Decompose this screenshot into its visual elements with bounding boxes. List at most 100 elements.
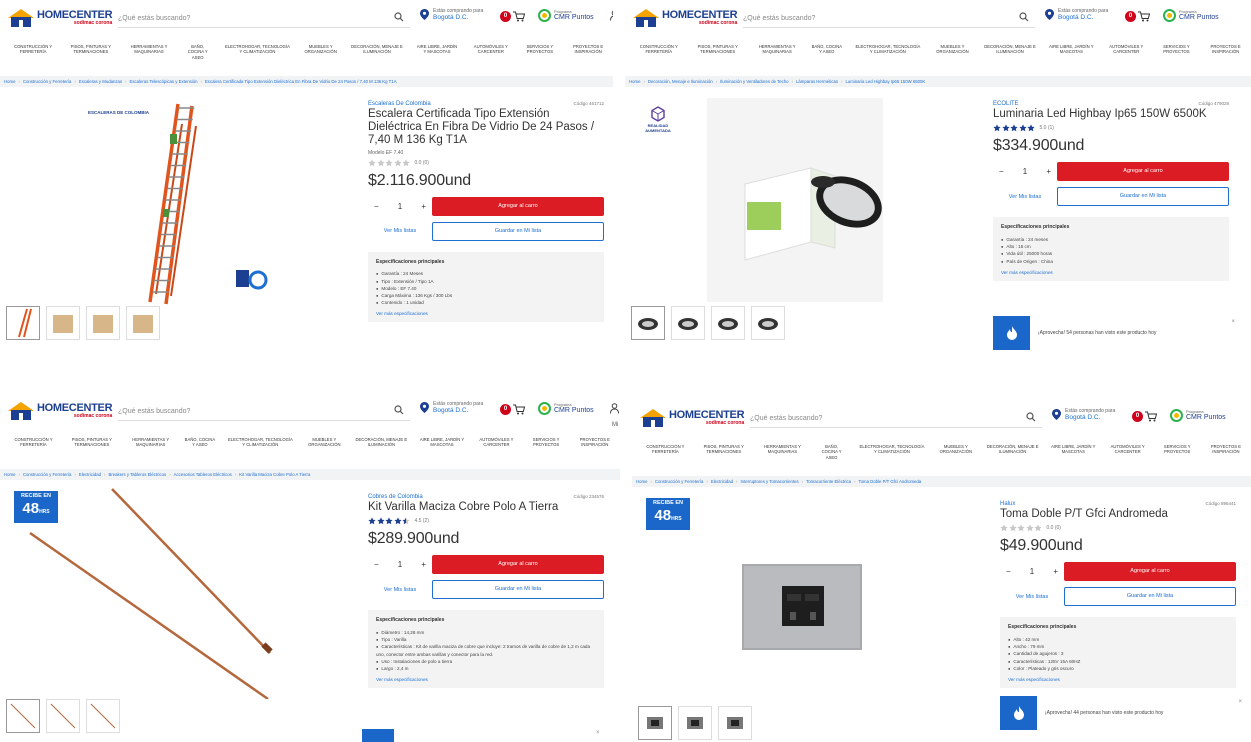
breadcrumb-item[interactable]: Kit Varilla Maciza Cobre Polo A Tierra <box>239 472 310 477</box>
gallery-thumbnail[interactable] <box>126 306 160 340</box>
nav-item[interactable]: Decoración, menaje e iluminación <box>349 437 413 448</box>
nav-item[interactable]: Aire libre, jardín y mascotas <box>1043 44 1100 55</box>
gallery-thumbnail[interactable] <box>638 706 672 740</box>
nav-item[interactable]: Herramientas y maquinarias <box>121 44 176 55</box>
nav-item[interactable]: Servicios y proyectos <box>517 44 564 55</box>
gallery-thumbnail[interactable] <box>86 306 120 340</box>
close-icon[interactable]: × <box>1238 699 1242 705</box>
breadcrumb-item[interactable]: Tomacorriente Eléctrica <box>806 479 851 484</box>
homecenter-logo[interactable]: HOMECENTER sodimac corona <box>8 401 113 421</box>
qty-plus-button[interactable]: + <box>1053 567 1058 576</box>
breadcrumb-item[interactable]: Accesorios Tableros Eléctricos <box>174 472 232 477</box>
save-to-list-button[interactable]: Guardar en Mi lista <box>1064 587 1236 607</box>
nav-item[interactable]: Pisos, pinturas y terminaciones <box>60 44 121 55</box>
search-input[interactable]: ¿Qué estás buscando? <box>118 9 410 28</box>
gallery-thumbnail[interactable] <box>46 306 80 340</box>
more-specs-link[interactable]: Ver más especificaciones <box>376 310 596 317</box>
breadcrumb-item[interactable]: Luminaria Led Highbay Ip65 150W 6500K <box>845 79 925 84</box>
nav-item[interactable]: Aire libre, jardín y mascotas <box>414 437 471 448</box>
breadcrumb-item[interactable]: Iluminación y Ventiladores de Techo <box>720 79 788 84</box>
qty-minus-button[interactable]: − <box>999 167 1004 176</box>
nav-item[interactable]: Muebles y organización <box>296 44 345 55</box>
nav-item[interactable]: Baño, cocina y aseo <box>177 44 219 60</box>
more-specs-link[interactable]: Ver más especificaciones <box>1001 269 1221 276</box>
nav-item[interactable]: Electrohogar, tecnología y climatización <box>848 44 927 55</box>
nav-item[interactable]: Electrohogar, tecnología y climatización <box>221 437 299 448</box>
product-brand[interactable]: ECOLITE <box>993 101 1229 107</box>
breadcrumb-item[interactable]: Construcción y Ferretería <box>655 479 703 484</box>
breadcrumb-item[interactable]: Escaleras y Mudanzas <box>79 79 122 84</box>
gallery-thumbnail[interactable] <box>751 306 785 340</box>
breadcrumb-item[interactable]: Home <box>629 79 640 84</box>
more-specs-link[interactable]: Ver más especificaciones <box>376 676 596 683</box>
close-icon[interactable]: × <box>596 730 600 736</box>
add-to-cart-button[interactable]: Agregar al carro <box>432 196 604 216</box>
qty-value[interactable]: 1 <box>1023 167 1027 176</box>
nav-item[interactable]: Servicios y proyectos <box>1153 44 1201 55</box>
view-my-lists-link[interactable]: Ver Mis listas <box>1000 594 1064 600</box>
breadcrumb-item[interactable]: Construcción y Ferretería <box>23 472 71 477</box>
nav-item[interactable]: Herramientas y maquinarias <box>749 44 806 55</box>
nav-item[interactable]: Decoración, menaje e iluminación <box>981 444 1045 455</box>
view-my-lists-link[interactable]: Ver Mis listas <box>993 194 1057 200</box>
nav-item[interactable]: Servicios y proyectos <box>1154 444 1201 455</box>
nav-item[interactable]: Pisos, pinturas y terminaciones <box>693 444 755 455</box>
gallery-thumbnail[interactable] <box>718 706 752 740</box>
nav-item[interactable]: Proyectos e inspiración <box>570 437 620 448</box>
nav-item[interactable]: Electrohogar, tecnología y climatización <box>219 44 296 55</box>
nav-item[interactable]: Proyectos e inspiración <box>1200 44 1251 55</box>
gallery-thumbnail[interactable] <box>6 699 40 733</box>
breadcrumb-item[interactable]: Home <box>4 472 15 477</box>
nav-item[interactable]: Construcción y ferretería <box>631 44 686 55</box>
nav-item[interactable]: Pisos, pinturas y terminaciones <box>686 44 748 55</box>
location-selector[interactable]: Estás comprando para Bogotá D.C. <box>420 8 483 22</box>
nav-item[interactable]: Baño, cocina y aseo <box>805 44 848 55</box>
cart-button[interactable]: 0 <box>500 11 525 22</box>
qty-plus-button[interactable]: + <box>1046 167 1051 176</box>
breadcrumb-item[interactable]: Home <box>636 479 647 484</box>
breadcrumb-item[interactable]: Toma Doble P/T Gfci Andromeda <box>858 479 921 484</box>
nav-item[interactable]: Proyectos e inspiración <box>563 44 613 55</box>
nav-item[interactable]: Aire libre, jardín y mascotas <box>1045 444 1102 455</box>
search-icon[interactable] <box>1026 412 1036 422</box>
breadcrumb-item[interactable]: Electricidad <box>711 479 733 484</box>
location-selector[interactable]: Estás comprando para Bogotá D.C. <box>1052 408 1115 422</box>
close-icon[interactable]: × <box>1231 319 1235 325</box>
nav-item[interactable]: Muebles y organización <box>931 444 980 455</box>
nav-item[interactable]: Proyectos e inspiración <box>1201 444 1251 455</box>
breadcrumb-item[interactable]: Lámparas Herméticas <box>796 79 838 84</box>
nav-item[interactable]: Construcción y ferretería <box>638 444 693 455</box>
gallery-thumbnail[interactable] <box>6 306 40 340</box>
cmr-points-link[interactable]: Programa CMR Puntos <box>1170 409 1226 422</box>
nav-item[interactable]: Decoración, menaje e iluminación <box>977 44 1042 55</box>
nav-item[interactable]: Decoración, menaje e iluminación <box>345 44 409 55</box>
add-to-cart-button[interactable]: Agregar al carro <box>1064 562 1236 582</box>
qty-plus-button[interactable]: + <box>421 560 426 569</box>
cart-button[interactable]: 0 <box>500 404 525 415</box>
qty-plus-button[interactable]: + <box>421 202 426 211</box>
gallery-thumbnail[interactable] <box>46 699 80 733</box>
homecenter-logo[interactable]: HOMECENTER sodimac corona <box>8 8 113 28</box>
breadcrumb-item[interactable]: Escalera Certificada Tipo Extensión Diel… <box>205 79 397 84</box>
cart-button[interactable]: 0 <box>1125 11 1150 22</box>
augmented-reality-button[interactable]: REALIDAD AUMENTADA <box>643 106 673 133</box>
user-account-link[interactable] <box>610 10 613 24</box>
search-icon[interactable] <box>394 12 404 22</box>
search-input[interactable]: ¿Qué estás buscando? <box>743 9 1035 28</box>
homecenter-logo[interactable]: HOMECENTER sodimac corona <box>633 8 738 28</box>
save-to-list-button[interactable]: Guardar en Mi lista <box>1057 187 1229 207</box>
nav-item[interactable]: Servicios y proyectos <box>522 437 569 448</box>
qty-minus-button[interactable]: − <box>374 202 379 211</box>
cmr-points-link[interactable]: Programa CMR Puntos <box>1163 9 1219 22</box>
gallery-thumbnail[interactable] <box>631 306 665 340</box>
nav-item[interactable]: Automóviles y carcenter <box>1102 444 1154 455</box>
location-selector[interactable]: Estás comprando para Bogotá D.C. <box>420 401 483 415</box>
location-selector[interactable]: Estás comprando para Bogotá D.C. <box>1045 8 1108 22</box>
breadcrumb-item[interactable]: Electricidad <box>79 472 101 477</box>
nav-item[interactable]: Pisos, pinturas y terminaciones <box>61 437 123 448</box>
gallery-thumbnail[interactable] <box>678 706 712 740</box>
nav-item[interactable]: Baño, cocina y aseo <box>810 444 852 460</box>
view-my-lists-link[interactable]: Ver Mis listas <box>368 587 432 593</box>
cart-button[interactable]: 0 <box>1132 411 1157 422</box>
qty-minus-button[interactable]: − <box>374 560 379 569</box>
